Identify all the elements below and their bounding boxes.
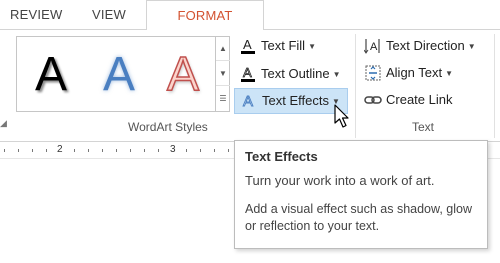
ruler-tick	[214, 149, 215, 152]
text-outline-label: Text Outline	[261, 66, 330, 81]
text-effects-label: Text Effects	[262, 93, 329, 108]
ruler-tick	[130, 149, 131, 152]
ruler-tick	[228, 149, 229, 152]
wordart-style-black-shadow[interactable]: A	[35, 49, 67, 101]
chevron-down-icon: ▼	[332, 69, 341, 79]
chevron-down-icon: ▼	[308, 41, 316, 51]
svg-text:A: A	[370, 41, 378, 53]
create-link-button[interactable]: Create Link	[363, 88, 452, 112]
text-direction-icon: A	[363, 37, 383, 57]
svg-text:A: A	[243, 93, 253, 110]
tooltip-description: Turn your work into a work of art.	[245, 173, 435, 188]
tab-format[interactable]: FORMAT	[146, 0, 264, 30]
ruler-number: 3	[170, 144, 176, 155]
align-text-icon	[363, 64, 383, 84]
wordart-styles-label: WordArt Styles	[128, 120, 208, 134]
ruler-tick	[116, 149, 117, 152]
svg-text:A: A	[243, 37, 252, 52]
dialog-launcher-icon[interactable]: ◢	[0, 118, 7, 129]
ruler-tick	[18, 149, 19, 152]
ribbon: ◢ A A A ▲ ▼ ☰ WordArt Styles A Text Fill…	[0, 30, 500, 142]
ruler-tick	[74, 149, 75, 152]
wordart-styles-gallery: A A A ▲ ▼ ☰	[16, 36, 230, 112]
group-divider	[494, 34, 495, 138]
ruler-tick	[4, 149, 5, 152]
create-link-label: Create Link	[386, 92, 453, 107]
mouse-pointer-icon	[334, 104, 349, 128]
wordart-style-pink-outline[interactable]: A	[166, 48, 200, 102]
tooltip-detail: Add a visual effect such as shadow, glow…	[245, 202, 472, 233]
wordart-style-blue-glow[interactable]: A	[103, 49, 135, 101]
text-fill-button[interactable]: A Text Fill ▼	[238, 34, 316, 58]
ruler-tick	[144, 149, 145, 152]
ruler-tick	[46, 149, 47, 152]
link-icon	[363, 93, 383, 109]
ruler-tick	[200, 149, 201, 152]
tab-view[interactable]: VIEW	[92, 0, 126, 30]
gallery-scroll-down-icon[interactable]: ▼	[216, 62, 230, 86]
ruler-tick	[158, 149, 159, 152]
ruler-tick	[88, 149, 89, 152]
gallery-scroll-up-icon[interactable]: ▲	[216, 37, 230, 61]
ruler-tick	[32, 149, 33, 152]
align-text-label: Align Text	[386, 65, 443, 80]
text-group-label: Text	[412, 120, 435, 134]
svg-text:A: A	[243, 65, 252, 80]
align-text-button[interactable]: Align Text ▼	[363, 61, 453, 85]
text-outline-icon: A	[238, 64, 258, 85]
ribbon-tab-bar: REVIEW VIEW FORMAT	[0, 0, 500, 30]
text-fill-icon: A	[238, 37, 258, 57]
ruler-tick	[186, 149, 187, 152]
chevron-down-icon: ▼	[445, 68, 454, 78]
gallery-more-icon[interactable]: ☰	[216, 87, 230, 111]
text-outline-button[interactable]: A Text Outline ▼	[238, 62, 341, 86]
group-divider	[355, 34, 356, 138]
text-effects-icon: A	[239, 92, 259, 112]
text-effects-tooltip: Text Effects Turn your work into a work …	[234, 140, 488, 249]
ruler-number: 2	[57, 144, 63, 155]
tooltip-title: Text Effects	[245, 149, 318, 164]
text-effects-button[interactable]: A Text Effects ▼	[234, 88, 348, 114]
text-direction-label: Text Direction	[386, 38, 465, 53]
text-direction-button[interactable]: A Text Direction ▼	[363, 34, 476, 58]
text-fill-label: Text Fill	[261, 38, 306, 53]
tab-review[interactable]: REVIEW	[10, 0, 62, 30]
chevron-down-icon: ▼	[467, 41, 476, 51]
ruler-tick	[102, 149, 103, 152]
